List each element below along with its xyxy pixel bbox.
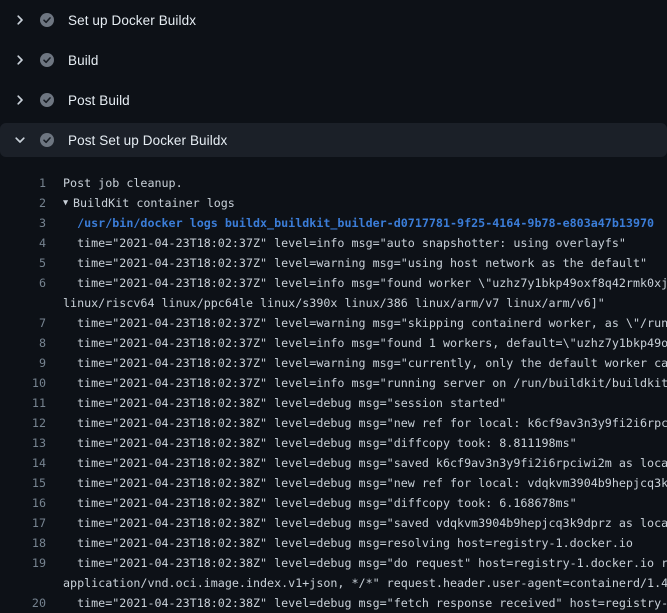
collapse-triangle-icon[interactable]: ▼	[63, 198, 73, 208]
log-line-text: time="2021-04-23T18:02:38Z" level=debug …	[63, 396, 506, 410]
log-line-number[interactable]: 5	[0, 256, 46, 270]
log-line-text: linux/riscv64 linux/ppc64le linux/s390x …	[63, 296, 605, 310]
log-line: 16 time="2021-04-23T18:02:38Z" level=deb…	[0, 493, 667, 513]
log-line: 4 time="2021-04-23T18:02:37Z" level=info…	[0, 233, 667, 253]
log-group-label[interactable]: BuildKit container logs	[73, 196, 235, 210]
chevron-right-icon	[12, 52, 28, 68]
log-line-text: time="2021-04-23T18:02:38Z" level=debug …	[63, 516, 667, 530]
log-line-number[interactable]: 15	[0, 476, 46, 490]
log-line-text: /usr/bin/docker logs buildx_buildkit_bui…	[63, 216, 654, 230]
log-line-number[interactable]: 14	[0, 456, 46, 470]
log-line-number[interactable]: 11	[0, 396, 46, 410]
log-line: 10 time="2021-04-23T18:02:37Z" level=inf…	[0, 373, 667, 393]
log-line-number[interactable]: 7	[0, 316, 46, 330]
log-line-text: time="2021-04-23T18:02:38Z" level=debug …	[63, 476, 667, 490]
log-line-text: time="2021-04-23T18:02:37Z" level=warnin…	[63, 256, 647, 270]
log-line: 11 time="2021-04-23T18:02:38Z" level=deb…	[0, 393, 667, 413]
log-line: 12 time="2021-04-23T18:02:38Z" level=deb…	[0, 413, 667, 433]
log-line: 3 /usr/bin/docker logs buildx_buildkit_b…	[0, 213, 667, 233]
log-line: 5 time="2021-04-23T18:02:37Z" level=warn…	[0, 253, 667, 273]
log-line-number[interactable]: 8	[0, 336, 46, 350]
log-line: 20 time="2021-04-23T18:02:38Z" level=deb…	[0, 593, 667, 613]
check-circle-icon	[40, 133, 54, 147]
check-circle-icon	[40, 53, 54, 67]
log-line: 19 time="2021-04-23T18:02:38Z" level=deb…	[0, 553, 667, 573]
log-line-number[interactable]: 19	[0, 556, 46, 570]
log-line-text: time="2021-04-23T18:02:37Z" level=info m…	[63, 236, 626, 250]
steps-list: Set up Docker Buildx Build Post Build	[0, 0, 667, 157]
log-line-text: time="2021-04-23T18:02:37Z" level=info m…	[63, 276, 667, 290]
log-line-number[interactable]: 1	[0, 176, 46, 190]
check-circle-icon	[40, 13, 54, 27]
log-line-number[interactable]: 12	[0, 416, 46, 430]
step-header-post-build[interactable]: Post Build	[0, 80, 667, 120]
step-header-build[interactable]: Build	[0, 40, 667, 80]
log-line-number[interactable]: 6	[0, 276, 46, 290]
log-line-number[interactable]: 4	[0, 236, 46, 250]
step-label: Set up Docker Buildx	[68, 13, 196, 28]
log-line-text: time="2021-04-23T18:02:38Z" level=debug …	[63, 596, 667, 610]
log-line: 13 time="2021-04-23T18:02:38Z" level=deb…	[0, 433, 667, 453]
log-line-text: time="2021-04-23T18:02:38Z" level=debug …	[63, 536, 633, 550]
log-line-text: time="2021-04-23T18:02:37Z" level=info m…	[63, 376, 667, 390]
log-line: linux/riscv64 linux/ppc64le linux/s390x …	[0, 293, 667, 313]
log-line: 7 time="2021-04-23T18:02:37Z" level=warn…	[0, 313, 667, 333]
log-line-text: time="2021-04-23T18:02:37Z" level=warnin…	[63, 356, 667, 370]
log-line: 9 time="2021-04-23T18:02:37Z" level=warn…	[0, 353, 667, 373]
log-lines: 1 Post job cleanup. 2 ▼BuildKit containe…	[0, 160, 667, 613]
log-line-text: time="2021-04-23T18:02:38Z" level=debug …	[63, 416, 667, 430]
log-line-number[interactable]: 16	[0, 496, 46, 510]
log-line: 14 time="2021-04-23T18:02:38Z" level=deb…	[0, 453, 667, 473]
log-line: 8 time="2021-04-23T18:02:37Z" level=info…	[0, 333, 667, 353]
log-line: application/vnd.oci.image.index.v1+json,…	[0, 573, 667, 593]
log-line-number[interactable]: 3	[0, 216, 46, 230]
log-line-number[interactable]: 13	[0, 436, 46, 450]
log-line-text: time="2021-04-23T18:02:38Z" level=debug …	[63, 456, 667, 470]
log-line: 6 time="2021-04-23T18:02:37Z" level=info…	[0, 273, 667, 293]
log-line-text: Post job cleanup.	[63, 176, 183, 190]
log-line-number[interactable]: 18	[0, 536, 46, 550]
log-line: 1 Post job cleanup.	[0, 173, 667, 193]
chevron-right-icon	[12, 92, 28, 108]
chevron-down-icon	[12, 132, 28, 148]
log-line: 17 time="2021-04-23T18:02:38Z" level=deb…	[0, 513, 667, 533]
log-line-text: time="2021-04-23T18:02:37Z" level=warnin…	[63, 316, 667, 330]
log-line-text: application/vnd.oci.image.index.v1+json,…	[63, 576, 667, 590]
log-line-number[interactable]: 17	[0, 516, 46, 530]
step-label: Post Set up Docker Buildx	[68, 133, 227, 148]
log-line-text: time="2021-04-23T18:02:38Z" level=debug …	[63, 496, 577, 510]
log-line: 18 time="2021-04-23T18:02:38Z" level=deb…	[0, 533, 667, 553]
step-label: Build	[68, 53, 99, 68]
chevron-right-icon	[12, 12, 28, 28]
log-line-text: time="2021-04-23T18:02:38Z" level=debug …	[63, 556, 667, 570]
log-line-number[interactable]: 10	[0, 376, 46, 390]
step-header-set-up-docker-buildx[interactable]: Set up Docker Buildx	[0, 0, 667, 40]
step-header-post-set-up-docker-buildx[interactable]: Post Set up Docker Buildx	[0, 123, 667, 157]
step-label: Post Build	[68, 93, 130, 108]
check-circle-icon	[40, 93, 54, 107]
log-line-text: time="2021-04-23T18:02:37Z" level=info m…	[63, 336, 667, 350]
log-line-number[interactable]: 2	[0, 196, 46, 210]
log-line-number[interactable]: 20	[0, 596, 46, 610]
log-line: 2 ▼BuildKit container logs	[0, 193, 667, 213]
log-line: 15 time="2021-04-23T18:02:38Z" level=deb…	[0, 473, 667, 493]
log-line-text: time="2021-04-23T18:02:38Z" level=debug …	[63, 436, 577, 450]
log-line-number[interactable]: 9	[0, 356, 46, 370]
